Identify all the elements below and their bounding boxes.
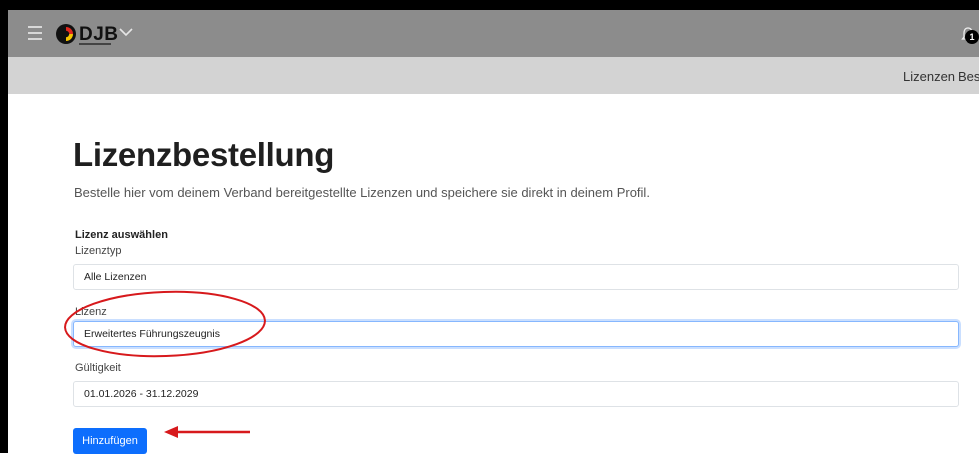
page-subtitle: Bestelle hier vom deinem Verband bereitg…	[74, 185, 650, 200]
form-section-title: Lizenz auswählen	[75, 229, 168, 241]
notifications-button[interactable]: 1	[961, 24, 979, 44]
brand-tagline	[79, 43, 111, 45]
page-title: Lizenzbestellung	[73, 136, 335, 173]
chevron-down-icon[interactable]	[118, 25, 134, 39]
nav-item-lizenzen[interactable]: Lizenzen	[903, 69, 955, 84]
notification-badge: 1	[965, 30, 979, 44]
lizenz-label: Lizenz	[75, 306, 107, 318]
lizenztyp-select[interactable]: Alle Lizenzen	[73, 264, 959, 290]
add-button[interactable]: Hinzufügen	[73, 428, 147, 454]
lizenztyp-label: Lizenztyp	[75, 245, 122, 257]
app-window: DJB 1 Lizenzen Best Lizenzbestellung Bes…	[8, 10, 979, 454]
nav-item-best[interactable]: Best	[958, 69, 979, 84]
djb-logo-icon	[56, 24, 76, 44]
secondary-nav: Lizenzen Best	[8, 57, 979, 94]
lizenz-select[interactable]: Erweitertes Führungszeugnis	[73, 321, 959, 347]
gueltigkeit-label: Gültigkeit	[75, 362, 121, 374]
screen-frame-top	[0, 0, 979, 10]
screen-frame-left	[0, 0, 8, 453]
main-content: Lizenzbestellung Bestelle hier vom deine…	[73, 94, 979, 454]
top-navbar: DJB 1	[8, 10, 979, 57]
brand-name: DJB	[79, 23, 119, 45]
menu-icon[interactable]	[28, 26, 42, 40]
brand-logo[interactable]: DJB	[55, 22, 119, 46]
gueltigkeit-select[interactable]: 01.01.2026 - 31.12.2029	[73, 381, 959, 407]
